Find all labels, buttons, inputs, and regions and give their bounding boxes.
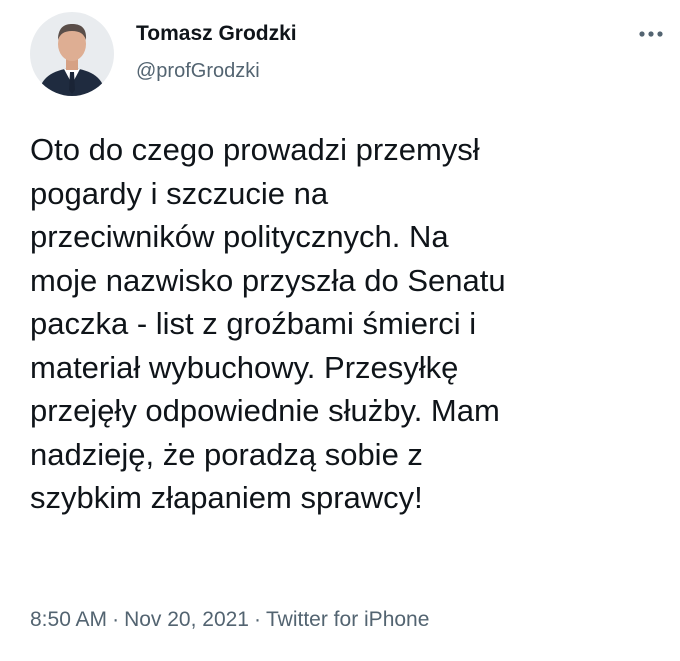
more-options-icon [639,31,663,37]
tweet-source[interactable]: Twitter for iPhone [266,608,429,631]
author-avatar[interactable] [30,12,114,96]
tweet-text: Oto do czego prowadzi przemysł pogardy i… [30,132,506,515]
tweet-time[interactable]: 8:50 AM [30,608,107,631]
author-display-name[interactable]: Tomasz Grodzki [136,22,297,46]
more-options-button[interactable] [636,26,668,42]
meta-separator: · [112,608,120,631]
author-handle[interactable]: @profGrodzki [136,60,260,83]
tweet-metadata: 8:50 AM · Nov 20, 2021 · Twitter for iPhone [30,608,429,632]
meta-separator: · [254,608,261,631]
tweet-card: Tomasz Grodzki @profGrodzki Oto do czego… [0,0,680,661]
avatar-photo-icon [30,12,114,96]
tweet-date[interactable]: Nov 20, 2021 [124,608,249,631]
